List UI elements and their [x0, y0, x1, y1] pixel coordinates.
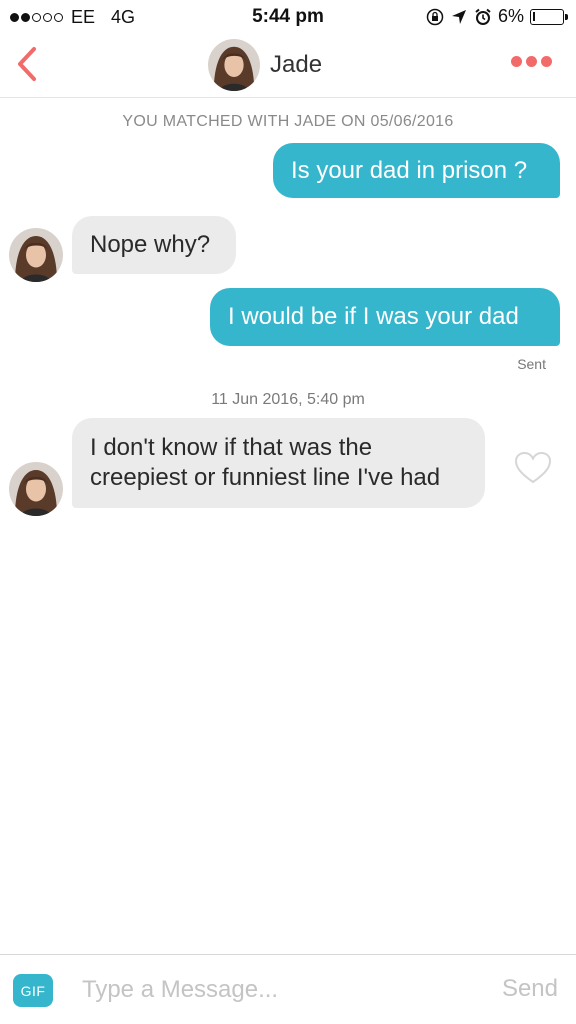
message-text-line: creepiest or funniest line I've had — [90, 464, 441, 491]
location-arrow-icon — [450, 8, 468, 26]
status-bar: EE 4G 5:44 pm 6% — [0, 0, 576, 34]
lock-rotation-icon — [426, 8, 444, 26]
send-button[interactable]: Send — [502, 975, 558, 1003]
battery-level — [533, 11, 535, 21]
incoming-message[interactable]: I don't know if that was the creepiest o… — [72, 418, 485, 508]
more-options-button[interactable] — [511, 56, 552, 67]
more-dot — [526, 56, 537, 67]
sent-status: Sent — [517, 356, 546, 372]
message-input[interactable] — [70, 969, 470, 1011]
message-text-line: I don't know if that was the — [90, 434, 373, 461]
chevron-left-icon — [18, 47, 36, 81]
contact-name: Jade — [270, 51, 323, 78]
battery-percent: 6% — [497, 6, 524, 26]
back-button[interactable] — [10, 44, 44, 84]
avatar[interactable] — [9, 228, 63, 282]
avatar[interactable] — [9, 462, 63, 516]
more-dots-icon — [511, 56, 522, 67]
alarm-icon — [474, 8, 492, 26]
outgoing-message[interactable]: Is your dad in prison ? — [273, 143, 560, 198]
chat-header: Jade — [0, 34, 576, 98]
outgoing-message[interactable]: I would be if I was your dad — [210, 288, 560, 346]
more-dot — [541, 56, 552, 67]
match-notice: YOU MATCHED WITH JADE ON 05/06/2016 — [122, 113, 454, 130]
like-button[interactable] — [514, 451, 552, 485]
message-text: Is your dad in prison ? — [291, 156, 528, 184]
message-text: Nope why? — [90, 231, 211, 258]
contact-header[interactable]: Jade — [208, 38, 322, 92]
avatar[interactable] — [208, 39, 260, 91]
battery-icon — [530, 8, 568, 25]
heart-icon — [514, 451, 552, 484]
gif-button[interactable]: GIF — [13, 974, 53, 1007]
status-right: 6% — [426, 6, 568, 27]
message-composer: GIF Send — [0, 954, 576, 1024]
message-timestamp: 11 Jun 2016, 5:40 pm — [211, 391, 365, 408]
incoming-message[interactable]: Nope why? — [72, 216, 236, 274]
message-text: I would be if I was your dad — [228, 303, 519, 330]
